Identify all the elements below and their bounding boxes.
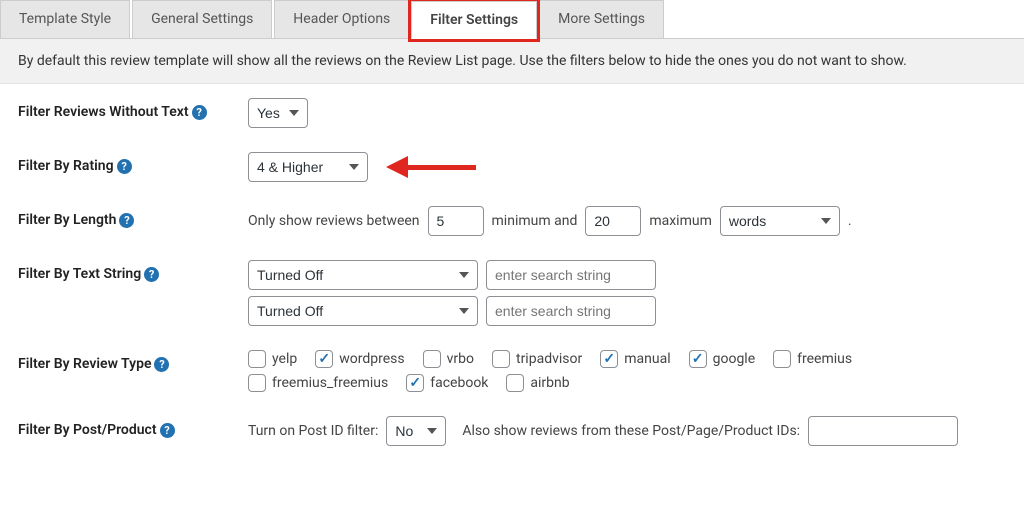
label-filter-by-length: Filter By Length ? — [18, 206, 248, 228]
select-string-mode-2[interactable]: Turned Off — [248, 296, 478, 326]
input-max-length[interactable] — [585, 206, 641, 236]
input-string-2[interactable] — [486, 296, 656, 326]
checkbox-box-icon — [315, 350, 333, 368]
label-filter-by-post: Filter By Post/Product ? — [18, 416, 248, 438]
row-filter-by-post: Filter By Post/Product ? Turn on Post ID… — [18, 402, 1006, 456]
arrow-annotation — [386, 157, 476, 177]
help-icon[interactable]: ? — [144, 267, 159, 282]
select-filter-by-rating[interactable]: 4 & Higher — [248, 152, 368, 182]
checkbox-yelp[interactable]: yelp — [248, 350, 297, 368]
checkbox-wordpress[interactable]: wordpress — [315, 350, 404, 368]
checkbox-box-icon — [423, 350, 441, 368]
select-filter-without-text[interactable]: Yes — [248, 98, 308, 128]
select-string-mode-1[interactable]: Turned Off — [248, 260, 478, 290]
checkbox-manual[interactable]: manual — [600, 350, 670, 368]
row-filter-without-text: Filter Reviews Without Text ? Yes — [18, 84, 1006, 138]
row-filter-by-rating: Filter By Rating ? 4 & Higher — [18, 138, 1006, 192]
label-filter-by-string: Filter By Text String ? — [18, 260, 248, 282]
help-icon[interactable]: ? — [119, 213, 134, 228]
help-icon[interactable]: ? — [154, 357, 169, 372]
filter-description: By default this review template will sho… — [0, 39, 1024, 84]
settings-panel: Filter Reviews Without Text ? Yes Filter… — [0, 84, 1024, 456]
tabs-bar: Template StyleGeneral SettingsHeader Opt… — [0, 0, 1024, 39]
label-filter-by-rating: Filter By Rating ? — [18, 152, 248, 174]
help-icon[interactable]: ? — [192, 105, 207, 120]
help-icon[interactable]: ? — [160, 423, 175, 438]
checkbox-freemius_freemius[interactable]: freemius_freemius — [248, 374, 388, 392]
select-length-unit[interactable]: words — [720, 206, 840, 236]
checkbox-google[interactable]: google — [689, 350, 756, 368]
help-icon[interactable]: ? — [117, 159, 132, 174]
row-filter-by-type: Filter By Review Type ? yelp wordpress vrb… — [18, 336, 1006, 402]
tab-filter-settings[interactable]: Filter Settings — [411, 1, 537, 39]
input-min-length[interactable] — [428, 206, 484, 236]
checkbox-box-icon — [248, 350, 266, 368]
label-filter-by-type: Filter By Review Type ? — [18, 350, 248, 372]
checkbox-freemius[interactable]: freemius — [773, 350, 852, 368]
review-type-checkboxes: yelp wordpress vrbo tripadvisor manual google… — [248, 350, 1006, 392]
label-filter-without-text: Filter Reviews Without Text ? — [18, 98, 248, 120]
input-string-1[interactable] — [486, 260, 656, 290]
tab-template-style[interactable]: Template Style — [0, 0, 130, 38]
row-filter-by-string: Filter By Text String ? Turned Off Turne… — [18, 246, 1006, 336]
checkbox-vrbo[interactable]: vrbo — [423, 350, 474, 368]
checkbox-box-icon — [506, 374, 524, 392]
checkbox-box-icon — [406, 374, 424, 392]
checkbox-box-icon — [689, 350, 707, 368]
checkbox-box-icon — [248, 374, 266, 392]
row-filter-by-length: Filter By Length ? Only show reviews bet… — [18, 192, 1006, 246]
checkbox-box-icon — [600, 350, 618, 368]
checkbox-box-icon — [773, 350, 791, 368]
checkbox-airbnb[interactable]: airbnb — [506, 374, 569, 392]
tab-general-settings[interactable]: General Settings — [132, 0, 272, 38]
checkbox-tripadvisor[interactable]: tripadvisor — [492, 350, 582, 368]
checkbox-box-icon — [492, 350, 510, 368]
tab-header-options[interactable]: Header Options — [274, 0, 409, 38]
select-post-id-filter[interactable]: No — [386, 416, 446, 446]
tab-more-settings[interactable]: More Settings — [539, 0, 664, 38]
input-post-ids[interactable] — [808, 416, 958, 446]
checkbox-facebook[interactable]: facebook — [406, 374, 488, 392]
